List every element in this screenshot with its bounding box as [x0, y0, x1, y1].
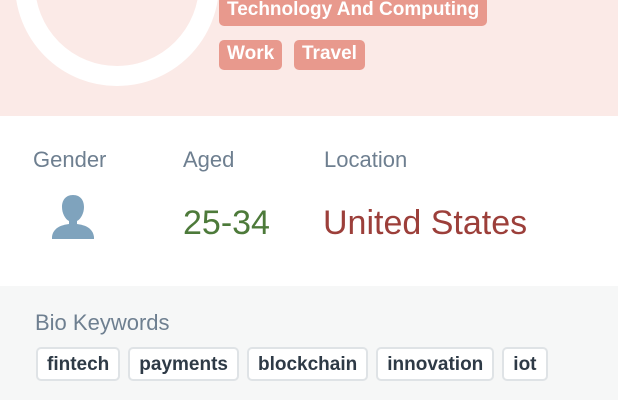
profile-header: Technology And Computing Work Travel [0, 0, 618, 116]
avatar [15, 0, 219, 86]
location-value: United States [323, 204, 528, 242]
person-icon [52, 195, 94, 239]
category-tag[interactable]: Travel [294, 40, 365, 70]
age-value: 25-34 [183, 204, 270, 242]
keyword-list: fintech payments blockchain innovation i… [36, 347, 548, 381]
keyword-chip[interactable]: iot [502, 347, 548, 381]
keyword-chip[interactable]: blockchain [246, 347, 369, 381]
category-tag[interactable]: Work [219, 40, 283, 70]
keyword-chip[interactable]: payments [128, 347, 239, 381]
gender-label: Gender [33, 147, 107, 172]
category-tag[interactable]: Technology And Computing [219, 0, 488, 26]
age-label: Aged [183, 147, 235, 172]
demographics-panel: Gender Aged 25-34 Location United States [0, 116, 618, 286]
bio-keywords-title: Bio Keywords [35, 310, 170, 335]
keyword-chip[interactable]: innovation [376, 347, 495, 381]
location-label: Location [324, 147, 408, 172]
keyword-chip[interactable]: fintech [36, 347, 121, 381]
bio-keywords-section: Bio Keywords fintech payments blockchain… [0, 286, 618, 400]
